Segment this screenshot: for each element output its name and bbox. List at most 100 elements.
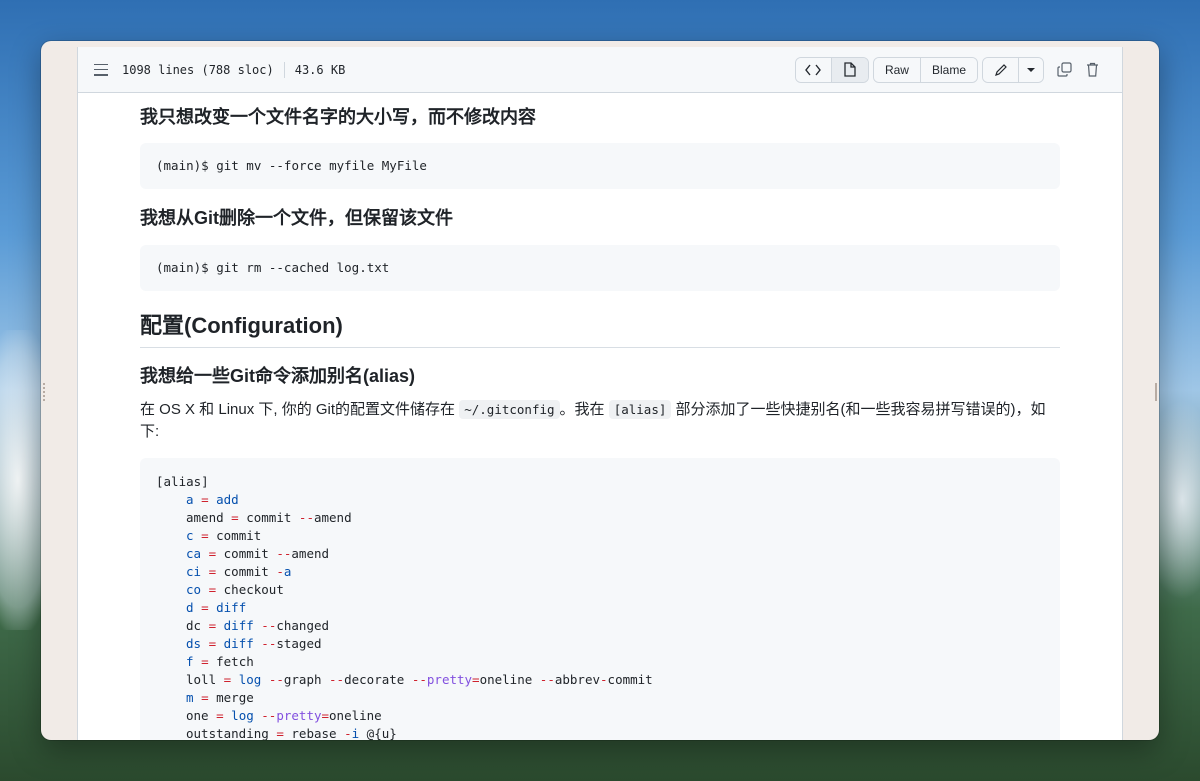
alias-equals: = — [201, 654, 209, 669]
alias-token: @{u} — [359, 726, 397, 740]
alias-token: diff — [223, 636, 254, 651]
alias-equals: = — [208, 618, 217, 633]
alias-name: loll — [186, 672, 217, 687]
alias-token: rebase — [291, 726, 345, 740]
lines-info: 1098 lines (788 sloc) — [122, 62, 274, 77]
alias-token: commit — [223, 546, 277, 561]
inline-code-gitconfig: ~/.gitconfig — [459, 400, 560, 419]
alias-line: m = merge — [156, 689, 1044, 707]
file-icon — [844, 62, 856, 77]
alias-token: - — [276, 564, 284, 579]
alias-token: amend — [313, 510, 352, 525]
alias-token: -- — [261, 636, 277, 651]
alias-token: - — [344, 726, 352, 740]
alias-header: [alias] — [156, 474, 209, 489]
alias-name: amend — [186, 510, 224, 525]
alias-name: f — [186, 654, 194, 669]
raw-button[interactable]: Raw — [873, 57, 921, 82]
alias-line: co = checkout — [156, 581, 1044, 599]
alias-token: -- — [539, 672, 555, 687]
alias-equals: = — [201, 690, 209, 705]
alias-token: = — [472, 672, 480, 687]
alias-line: dc = diff --changed — [156, 617, 1044, 635]
divider — [283, 61, 285, 78]
alias-token: diff — [223, 618, 254, 633]
alias-equals: = — [208, 582, 217, 597]
alias-name: m — [186, 690, 194, 705]
alias-line: outstanding = rebase -i @{u} — [156, 725, 1044, 740]
alias-name: ci — [186, 564, 202, 579]
alias-name: a — [186, 492, 194, 507]
heading-git-rm: 我想从Git删除一个文件，但保留该文件 — [140, 208, 453, 228]
alias-token: commit — [216, 528, 262, 543]
alias-paragraph: 在 OS X 和 Linux 下, 你的 Git的配置文件储存在 ~/.gitc… — [140, 399, 1060, 443]
alias-name: outstanding — [186, 726, 269, 740]
file-size: 43.6 KB — [294, 62, 346, 77]
alias-equals: = — [223, 672, 232, 687]
alias-equals: = — [201, 600, 209, 615]
alias-token: staged — [276, 636, 322, 651]
alias-token: -- — [268, 672, 284, 687]
alias-line: amend = commit --amend — [156, 509, 1044, 527]
code-block-alias: [alias] a = add amend = commit --amend c = … — [140, 458, 1060, 740]
browser-window: 1098 lines (788 sloc) 43.6 KB Raw Blame — [41, 41, 1159, 740]
alias-token: -- — [261, 618, 277, 633]
alias-line: c = commit — [156, 527, 1044, 545]
code-view-button[interactable] — [795, 57, 832, 82]
alias-equals: = — [201, 492, 209, 507]
heading-case-rename: 我只想改变一个文件名字的大小写，而不修改内容 — [140, 107, 536, 127]
para-text: 在 OS X 和 Linux 下, 你的 Git的配置文件储存在 — [140, 401, 460, 418]
alias-token: -- — [276, 546, 292, 561]
alias-token — [261, 672, 269, 687]
alias-line: a = add — [156, 491, 1044, 509]
alias-equals: = — [276, 726, 284, 740]
alias-name: ds — [186, 636, 202, 651]
markdown-body: 我只想改变一个文件名字的大小写，而不修改内容 (main)$ git mv --… — [78, 105, 1122, 740]
alias-name: d — [186, 600, 194, 615]
alias-line: f = fetch — [156, 653, 1044, 671]
code-block-git-mv: (main)$ git mv --force myfile MyFile — [140, 143, 1060, 189]
alias-token: commit — [607, 672, 653, 687]
alias-token: abbrev — [554, 672, 601, 687]
trash-icon — [1086, 62, 1098, 77]
alias-token: oneline — [329, 708, 382, 723]
preview-button[interactable] — [831, 57, 868, 82]
edit-button[interactable] — [983, 57, 1019, 82]
alias-equals: = — [208, 636, 217, 651]
copy-icon — [1056, 62, 1072, 77]
alias-token: commit — [246, 510, 299, 525]
alias-token: checkout — [223, 582, 284, 597]
alias-lines: a = add amend = commit --amend c = commit c… — [156, 491, 1044, 740]
inline-code-alias: [alias] — [608, 400, 672, 419]
alias-token: i — [351, 726, 360, 740]
resize-handle-right[interactable] — [1153, 383, 1157, 401]
alias-token: changed — [276, 618, 330, 633]
delete-button[interactable] — [1078, 57, 1106, 83]
edit-group — [982, 56, 1044, 83]
alias-token: oneline — [479, 672, 540, 687]
alias-token: -- — [411, 672, 427, 687]
alias-token: a — [283, 564, 292, 579]
alias-name: c — [186, 528, 194, 543]
heading-alias: 我想给一些Git命令添加别名(alias) — [140, 366, 416, 386]
alias-equals: = — [208, 564, 217, 579]
file-header: 1098 lines (788 sloc) 43.6 KB Raw Blame — [78, 47, 1122, 93]
blame-button[interactable]: Blame — [920, 57, 977, 82]
alias-token: commit — [223, 564, 277, 579]
raw-blame-group: Raw Blame — [872, 56, 978, 83]
alias-equals: = — [216, 708, 224, 723]
alias-token: log — [238, 672, 262, 687]
section-title-configuration: 配置(Configuration) — [140, 311, 1060, 348]
alias-token: pretty — [426, 672, 473, 687]
alias-token: pretty — [276, 708, 322, 723]
alias-token: fetch — [216, 654, 254, 669]
alias-token: -- — [261, 708, 277, 723]
list-icon[interactable] — [94, 63, 108, 76]
alias-token: log — [231, 708, 254, 723]
alias-equals: = — [201, 528, 209, 543]
code-icon — [805, 64, 822, 75]
edit-dropdown-button[interactable] — [1019, 57, 1043, 82]
resize-handle-left[interactable] — [43, 383, 47, 401]
copy-button[interactable] — [1050, 57, 1078, 83]
alias-token: - — [600, 672, 608, 687]
